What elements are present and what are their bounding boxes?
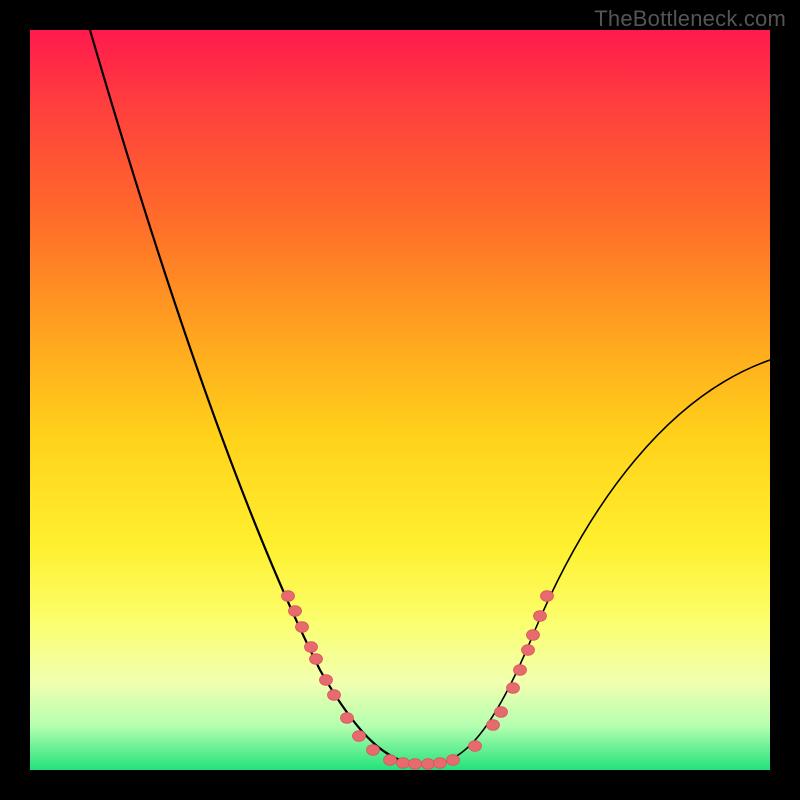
data-point [328, 690, 341, 701]
curve-points-bottom [384, 755, 460, 770]
data-point [447, 755, 460, 766]
data-point [305, 642, 318, 653]
data-point [487, 720, 500, 731]
data-point [522, 645, 535, 656]
data-point [289, 606, 302, 617]
data-point [353, 731, 366, 742]
chart-svg [30, 30, 770, 770]
data-point [296, 622, 309, 633]
data-point [320, 675, 333, 686]
bottleneck-curve-right [425, 360, 770, 765]
data-point [507, 683, 520, 694]
bottleneck-curve-left [90, 30, 425, 765]
data-point [514, 665, 527, 676]
data-point [282, 591, 295, 602]
data-point [341, 713, 354, 724]
data-point [434, 758, 447, 769]
data-point [541, 591, 554, 602]
data-point [495, 707, 508, 718]
curve-points-left [282, 591, 380, 756]
curve-points-right [469, 591, 554, 752]
watermark-text: TheBottleneck.com [594, 6, 786, 32]
data-point [422, 759, 435, 770]
data-point [367, 745, 380, 756]
data-point [384, 755, 397, 766]
data-point [527, 630, 540, 641]
data-point [397, 758, 410, 769]
data-point [469, 741, 482, 752]
data-point [534, 611, 547, 622]
data-point [310, 654, 323, 665]
data-point [409, 759, 422, 770]
